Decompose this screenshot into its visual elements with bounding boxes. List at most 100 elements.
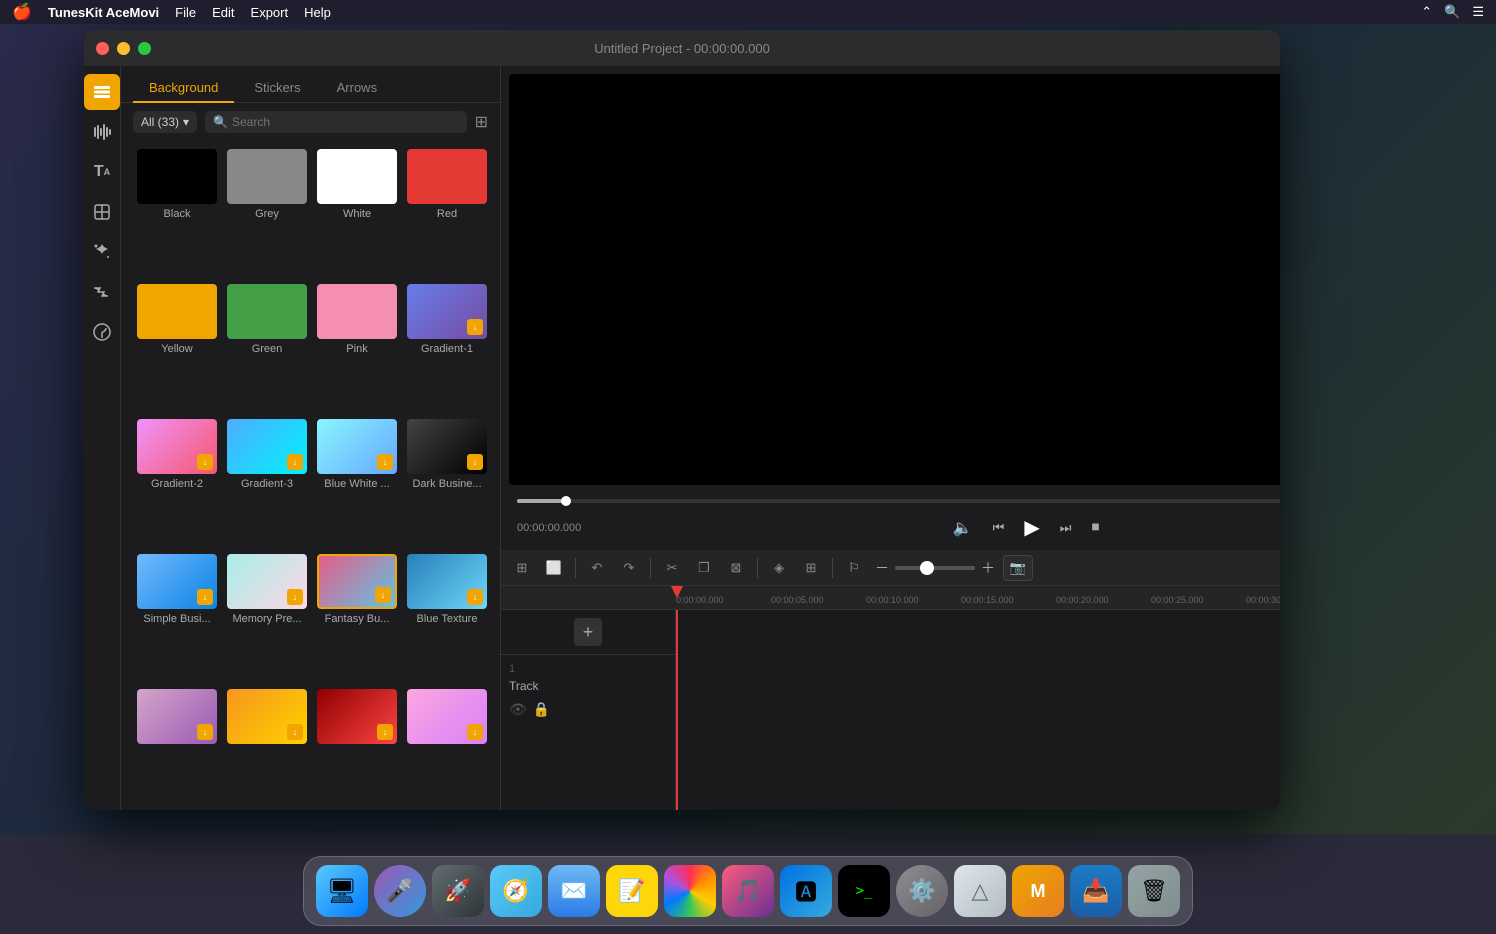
tool-copy[interactable]: ❐ — [691, 555, 717, 581]
dock-app-mail[interactable]: ✉️ — [548, 865, 600, 917]
close-button[interactable] — [96, 42, 109, 55]
snapshot-button[interactable]: 📷 — [1003, 555, 1033, 581]
sidebar-item-layers[interactable] — [84, 74, 120, 110]
tool-cut[interactable]: ✂ — [659, 555, 685, 581]
bg-item-white[interactable]: White — [313, 145, 401, 278]
bg-item-simplebusi[interactable]: ↓ Simple Busi... — [133, 550, 221, 683]
tool-add-clip[interactable]: ⊞ — [509, 555, 535, 581]
bg-item-gradient2[interactable]: ↓ Gradient-2 — [133, 415, 221, 548]
bg-label-red: Red — [437, 208, 457, 220]
bg-item-pink[interactable]: Pink — [313, 280, 401, 413]
zoom-out-button[interactable]: － — [873, 556, 891, 580]
tool-redo[interactable]: ↷ — [616, 555, 642, 581]
menu-list-icon[interactable]: ☰ — [1472, 4, 1484, 20]
tool-undo[interactable]: ↶ — [584, 555, 610, 581]
search-box[interactable]: 🔍 — [205, 111, 467, 133]
ruler-marks: 0:00:00.000 00:00:05.000 00:00:10.000 00… — [676, 595, 1280, 605]
bg-item-bluetexture[interactable]: ↓ Blue Texture — [403, 550, 491, 683]
sidebar-item-transitions[interactable] — [84, 274, 120, 310]
tool-split[interactable]: ⬜ — [541, 555, 567, 581]
dock-app-notes[interactable]: 📝 — [606, 865, 658, 917]
bg-item-grey[interactable]: Grey — [223, 145, 311, 278]
maximize-button[interactable] — [138, 42, 151, 55]
dock-app-photos[interactable] — [664, 865, 716, 917]
bg-item-green[interactable]: Green — [223, 280, 311, 413]
tab-stickers[interactable]: Stickers — [238, 74, 316, 103]
bg-thumb-pink — [317, 284, 397, 339]
progress-bar[interactable] — [517, 499, 1280, 503]
mute-button[interactable]: 🔈 — [951, 516, 975, 540]
dock-app-safari[interactable]: 🧭 — [490, 865, 542, 917]
dock-app-terminal[interactable]: >_ — [838, 865, 890, 917]
bg-item-row5b[interactable]: ↓ — [223, 685, 311, 806]
filter-dropdown[interactable]: All (33) ▾ — [133, 111, 197, 133]
tool-flag[interactable]: ⚐ — [841, 555, 867, 581]
dock-app-sysprefs[interactable]: ⚙️ — [896, 865, 948, 917]
bg-item-gradient1[interactable]: ↓ Gradient-1 — [403, 280, 491, 413]
airplay-icon[interactable]: ⌃ — [1421, 4, 1432, 20]
tool-delete[interactable]: ⊠ — [723, 555, 749, 581]
track-visibility-icon[interactable]: 👁 — [509, 701, 527, 718]
dock-app-appstore[interactable]: 🅰 — [780, 865, 832, 917]
sidebar-item-sticker[interactable] — [84, 314, 120, 350]
apple-menu[interactable]: 🍎 — [12, 2, 32, 22]
dock-app-siri[interactable]: 🎤 — [374, 865, 426, 917]
stop-button[interactable]: ⏹ — [1089, 517, 1101, 539]
menu-edit[interactable]: Edit — [212, 5, 234, 20]
sidebar-item-shapes[interactable] — [84, 194, 120, 230]
bg-label-white: White — [343, 208, 371, 220]
bg-item-row5c[interactable]: ↓ — [313, 685, 401, 806]
menu-file[interactable]: File — [175, 5, 196, 20]
bg-item-memorypre[interactable]: ↓ Memory Pre... — [223, 550, 311, 683]
search-input[interactable] — [232, 115, 459, 129]
dock: 🖥 🎤 🚀 🧭 ✉️ 📝 🎵 🅰 >_ ⚙️ △ M — [303, 856, 1193, 926]
dock-app-music[interactable]: 🎵 — [722, 865, 774, 917]
download-badge: ↓ — [287, 454, 303, 470]
tab-background[interactable]: Background — [133, 74, 234, 103]
search-menubar-icon[interactable]: 🔍 — [1444, 4, 1460, 20]
sidebar-item-audio[interactable] — [84, 114, 120, 150]
dock-app-dayone[interactable]: △ — [954, 865, 1006, 917]
download-badge: ↓ — [287, 724, 303, 740]
bg-item-darkbusiness[interactable]: ↓ Dark Busine... — [403, 415, 491, 548]
bg-item-red[interactable]: Red — [403, 145, 491, 278]
bg-item-bluewhite[interactable]: ↓ Blue White ... — [313, 415, 401, 548]
toolbar-separator — [832, 558, 833, 578]
bg-thumb-row5a: ↓ — [137, 689, 217, 744]
dock-app-finder[interactable]: 🖥 — [316, 865, 368, 917]
sidebar-item-text[interactable]: TA — [84, 154, 120, 190]
bg-item-yellow[interactable]: Yellow — [133, 280, 221, 413]
add-track-button[interactable]: + — [574, 618, 602, 646]
tool-zoom-out[interactable]: ⊞ — [798, 555, 824, 581]
window-title: Untitled Project - 00:00:00.000 — [594, 41, 770, 56]
bg-thumb-gradient2: ↓ — [137, 419, 217, 474]
bg-thumb-bluewhite: ↓ — [317, 419, 397, 474]
timeline-playhead[interactable] — [676, 610, 1280, 810]
sidebar-item-effects[interactable] — [84, 234, 120, 270]
toolbar-separator — [757, 558, 758, 578]
zoom-slider[interactable] — [895, 566, 975, 570]
minimize-button[interactable] — [117, 42, 130, 55]
forward-button[interactable]: ⏭ — [1058, 518, 1074, 538]
dock-app-downloads[interactable]: 📥 — [1070, 865, 1122, 917]
grid-toggle-icon[interactable]: ⊞ — [475, 112, 488, 132]
tabs: Background Stickers Arrows — [121, 66, 500, 103]
bg-item-row5a[interactable]: ↓ — [133, 685, 221, 806]
bg-item-fantasybu[interactable]: ↓ Fantasy Bu... — [313, 550, 401, 683]
tool-marker[interactable]: ◈ — [766, 555, 792, 581]
dock-app-launchpad[interactable]: 🚀 — [432, 865, 484, 917]
ruler-mark-3: 00:00:15.000 — [961, 595, 1056, 605]
dock-app-masterpdf[interactable]: M — [1012, 865, 1064, 917]
zoom-in-button[interactable]: ＋ — [979, 556, 997, 580]
menu-help[interactable]: Help — [304, 5, 331, 20]
bg-item-black[interactable]: Black — [133, 145, 221, 278]
menu-export[interactable]: Export — [251, 5, 289, 20]
tab-arrows[interactable]: Arrows — [321, 74, 393, 103]
play-button[interactable]: ▶ — [1022, 513, 1041, 542]
bg-label-bluetexture: Blue Texture — [417, 613, 478, 625]
rewind-button[interactable]: ⏮ — [991, 518, 1007, 538]
bg-item-gradient3[interactable]: ↓ Gradient-3 — [223, 415, 311, 548]
bg-item-row5d[interactable]: ↓ — [403, 685, 491, 806]
track-lock-icon[interactable]: 🔒 — [533, 701, 550, 718]
dock-app-trash[interactable]: 🗑 — [1128, 865, 1180, 917]
